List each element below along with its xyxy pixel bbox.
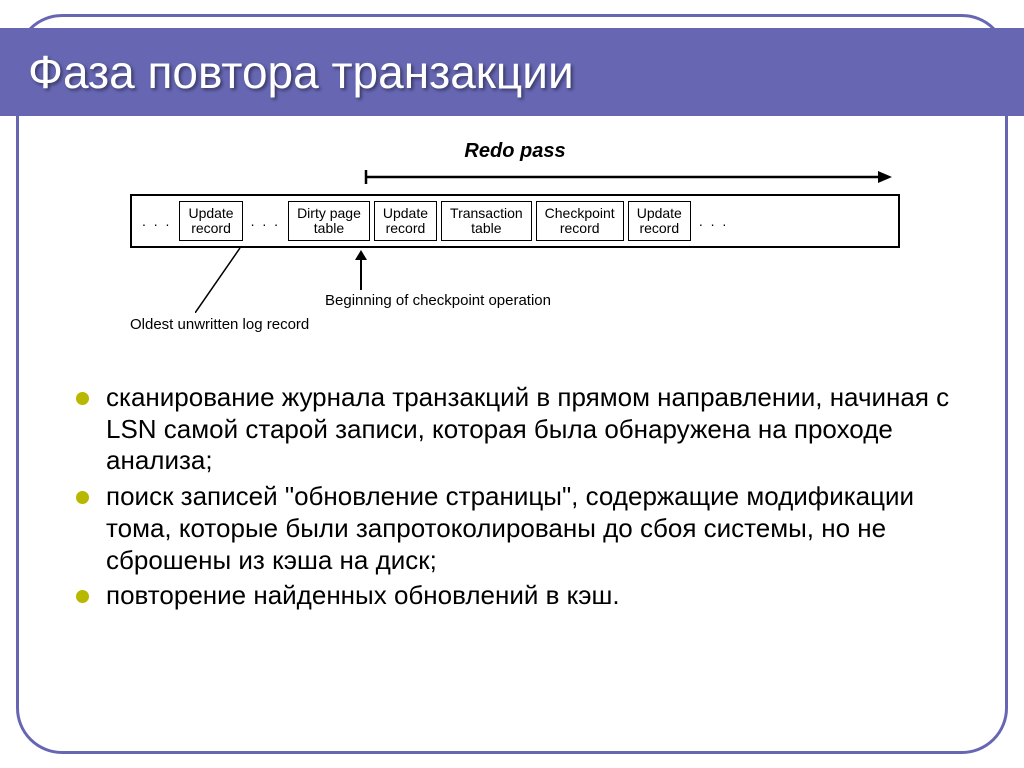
redo-pass-diagram: Redo pass . . . Update record . . . Dirt… <box>130 140 900 350</box>
bullet-list: сканирование журнала транзакций в прямом… <box>70 382 984 616</box>
redo-pass-arrow-icon <box>362 170 892 184</box>
bullet-item: сканирование журнала транзакций в прямом… <box>70 382 984 477</box>
checkpoint-begin-annotation: Beginning of checkpoint operation <box>325 292 551 309</box>
ellipsis: . . . <box>247 213 284 229</box>
ellipsis: . . . <box>695 213 732 229</box>
log-record: Update record <box>374 201 437 242</box>
slide-title: Фаза повтора транзакции <box>28 45 574 99</box>
checkpoint-begin-arrow-icon <box>355 250 367 290</box>
bullet-item: поиск записей "обновление страницы", сод… <box>70 481 984 576</box>
log-sequence-box: . . . Update record . . . Dirty page tab… <box>130 194 900 248</box>
ellipsis: . . . <box>138 213 175 229</box>
oldest-record-pointer-icon <box>195 248 315 313</box>
title-bar: Фаза повтора транзакции <box>0 28 1024 116</box>
log-record: Transaction table <box>441 201 532 242</box>
log-record: Update record <box>628 201 691 242</box>
log-record: Update record <box>179 201 242 242</box>
log-record: Checkpoint record <box>536 201 624 242</box>
log-record: Dirty page table <box>288 201 370 242</box>
oldest-record-annotation: Oldest unwritten log record <box>130 316 309 333</box>
redo-pass-label: Redo pass <box>130 140 900 163</box>
bullet-item: повторение найденных обновлений в кэш. <box>70 580 984 612</box>
